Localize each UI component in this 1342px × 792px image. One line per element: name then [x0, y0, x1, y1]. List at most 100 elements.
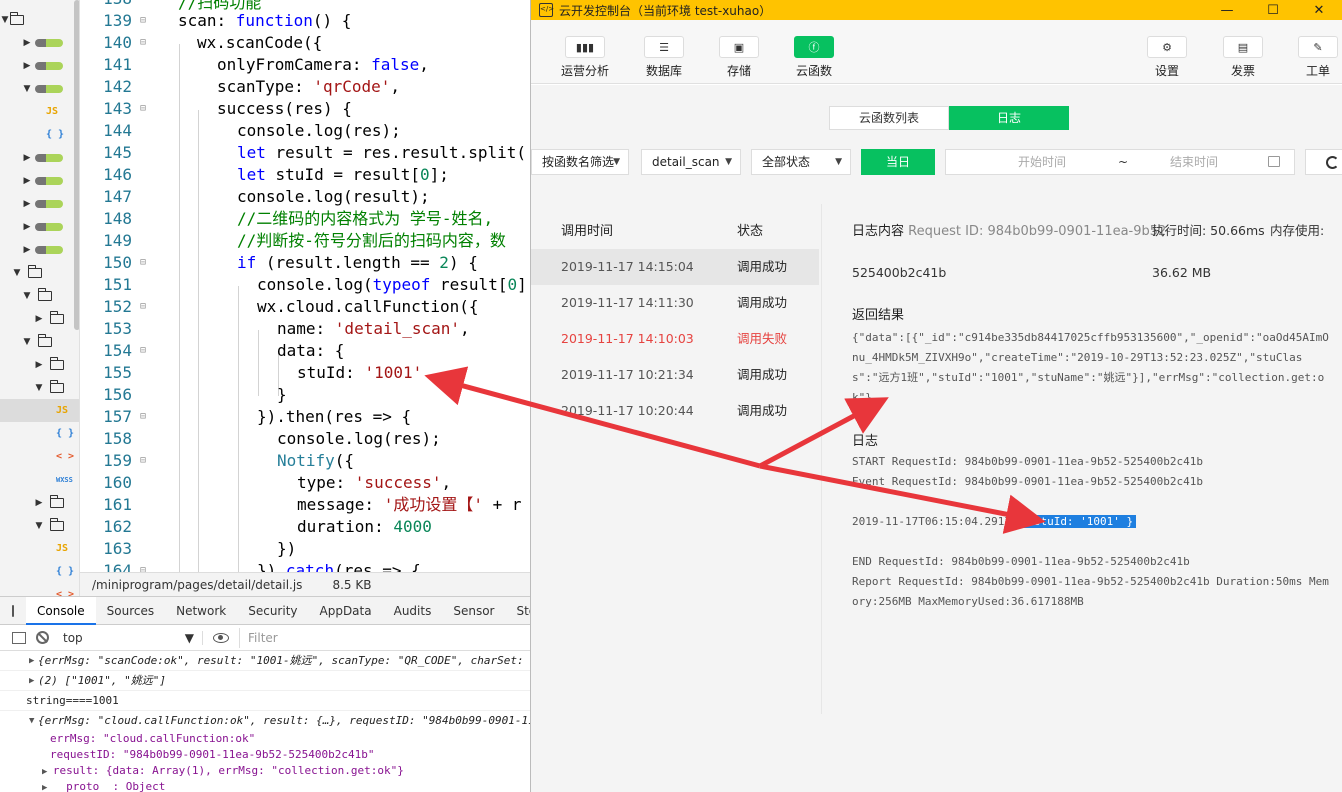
- tree-file[interactable]: { }: [0, 560, 79, 583]
- tree-item-cloud-fn[interactable]: ▶: [0, 54, 79, 77]
- fold-icon[interactable]: ⊟: [140, 450, 150, 472]
- filter-by-name-select[interactable]: 按函数名筛选 ▼: [531, 149, 629, 175]
- tree-file[interactable]: { }: [0, 422, 79, 445]
- tool-storage[interactable]: ▣ 存储: [709, 36, 769, 79]
- date-range-picker[interactable]: 开始时间 ~ 结束时间: [945, 149, 1295, 175]
- fold-icon[interactable]: ⊟: [140, 560, 150, 572]
- refresh-button[interactable]: [1305, 149, 1342, 175]
- expand-arrow-icon[interactable]: ▶: [42, 767, 53, 777]
- chevron-right-icon[interactable]: ▶: [22, 176, 32, 186]
- tree-folder[interactable]: ▼: [0, 376, 79, 399]
- tab-sources[interactable]: Sources: [96, 597, 165, 625]
- chevron-down-icon[interactable]: ▼: [0, 15, 10, 25]
- chevron-right-icon[interactable]: ▶: [22, 38, 32, 48]
- chevron-right-icon[interactable]: ▶: [22, 61, 32, 71]
- chevron-right-icon[interactable]: ▶: [22, 222, 32, 232]
- tool-cloud-function[interactable]: ⓕ 云函数: [784, 36, 844, 79]
- tab-sensor[interactable]: Sensor: [442, 597, 505, 625]
- tree-root-folder[interactable]: ▼: [0, 8, 79, 31]
- status-select[interactable]: 全部状态 ▼: [751, 149, 851, 175]
- tab-console[interactable]: Console: [26, 597, 96, 625]
- calendar-icon[interactable]: [1268, 156, 1280, 167]
- fold-icon[interactable]: ⊟: [140, 32, 150, 54]
- device-toggle-icon[interactable]: [12, 604, 14, 617]
- fold-icon[interactable]: ⊟: [140, 406, 150, 428]
- chevron-down-icon[interactable]: ▼: [34, 383, 44, 393]
- tree-file[interactable]: < >: [0, 445, 79, 468]
- chevron-down-icon[interactable]: ▼: [22, 337, 32, 347]
- fold-icon[interactable]: ⊟: [140, 340, 150, 362]
- chevron-right-icon[interactable]: ▶: [22, 153, 32, 163]
- chevron-down-icon[interactable]: ▼: [34, 521, 44, 531]
- tree-folder[interactable]: ▼: [0, 514, 79, 537]
- tab-storage[interactable]: Stor: [505, 597, 530, 625]
- start-time-input[interactable]: 开始时间: [1018, 150, 1066, 174]
- fold-icon[interactable]: ⊟: [140, 252, 150, 274]
- console-line[interactable]: ▶ {errMsg: "scanCode:ok", result: "1001-姚…: [0, 651, 530, 671]
- chevron-right-icon[interactable]: ▶: [22, 199, 32, 209]
- log-row[interactable]: 2019-11-17 10:21:34 调用成功: [531, 357, 819, 393]
- tree-file-selected[interactable]: JS: [0, 399, 79, 422]
- tree-item-cloud-fn[interactable]: ▶: [0, 238, 79, 261]
- tree-item-cloud-fn[interactable]: ▶: [0, 31, 79, 54]
- end-time-input[interactable]: 结束时间: [1170, 150, 1218, 174]
- minimize-button[interactable]: —: [1204, 3, 1250, 18]
- tree-folder[interactable]: ▶: [0, 491, 79, 514]
- tool-settings[interactable]: ⚙ 设置: [1137, 36, 1197, 79]
- tree-item-cloud-fn[interactable]: ▶: [0, 169, 79, 192]
- expand-arrow-icon[interactable]: ▶: [29, 651, 34, 670]
- console-line[interactable]: ▶ (2) ["1001", "姚远"]: [0, 671, 530, 691]
- tool-ticket[interactable]: ✎ 工单: [1288, 36, 1342, 79]
- chevron-down-icon[interactable]: ▼: [22, 84, 32, 94]
- chevron-right-icon[interactable]: ▶: [34, 360, 44, 370]
- tool-database[interactable]: ☰ 数据库: [634, 36, 694, 79]
- code-editor[interactable]: 138139 ⊟ 140 ⊟ 141 142 143 ⊟ 144 145 146 147 148 149 1…: [80, 0, 530, 572]
- tab-logs[interactable]: 日志: [949, 106, 1069, 130]
- chevron-right-icon[interactable]: ▶: [34, 314, 44, 324]
- tree-file[interactable]: < >: [0, 583, 79, 596]
- tree-folder[interactable]: ▶: [0, 307, 79, 330]
- eye-icon[interactable]: [213, 632, 229, 643]
- tab-appdata[interactable]: AppData: [309, 597, 383, 625]
- tool-analytics[interactable]: ▮▮▮ 运营分析: [555, 36, 615, 79]
- log-row[interactable]: 2019-11-17 14:11:30 调用成功: [531, 285, 819, 321]
- fold-icon[interactable]: ⊟: [140, 10, 150, 32]
- console-line[interactable]: ▼ {errMsg: "cloud.callFunction:ok", resul…: [0, 711, 530, 731]
- tool-invoice[interactable]: ▤ 发票: [1213, 36, 1273, 79]
- expand-arrow-icon[interactable]: ▶: [42, 783, 53, 792]
- console-prop[interactable]: ▶ result: {data: Array(1), errMsg: "coll…: [0, 763, 530, 779]
- chevron-right-icon[interactable]: ▶: [22, 245, 32, 255]
- tree-file[interactable]: WXSS: [0, 468, 79, 491]
- context-select[interactable]: top ▼: [63, 630, 203, 645]
- console-prop[interactable]: ▶ __proto__: Object: [0, 779, 530, 792]
- tab-network[interactable]: Network: [165, 597, 237, 625]
- tab-audits[interactable]: Audits: [383, 597, 443, 625]
- tree-item-cloud-fn[interactable]: ▶: [0, 146, 79, 169]
- chevron-down-icon[interactable]: ▼: [12, 268, 22, 278]
- tree-folder[interactable]: ▼: [0, 284, 79, 307]
- tree-folder[interactable]: ▼: [0, 261, 79, 284]
- filter-input[interactable]: Filter: [239, 627, 530, 648]
- fold-icon[interactable]: ⊟: [140, 98, 150, 120]
- log-row[interactable]: 2019-11-17 10:20:44 调用成功: [531, 393, 819, 429]
- expand-arrow-icon[interactable]: ▶: [29, 671, 34, 690]
- maximize-button[interactable]: ☐: [1250, 3, 1296, 18]
- log-row[interactable]: 2019-11-17 14:10:03 调用失败: [531, 321, 819, 357]
- fold-icon[interactable]: ⊟: [140, 296, 150, 318]
- tree-file[interactable]: { }: [0, 123, 79, 146]
- chevron-down-icon[interactable]: ▼: [22, 291, 32, 301]
- tree-item-cloud-fn[interactable]: ▶: [0, 215, 79, 238]
- sidebar-toggle-icon[interactable]: [12, 631, 26, 644]
- tree-file[interactable]: JS: [0, 537, 79, 560]
- log-row[interactable]: 2019-11-17 14:15:04 调用成功: [531, 249, 819, 285]
- tree-file[interactable]: JS: [0, 100, 79, 123]
- tab-function-list[interactable]: 云函数列表: [829, 106, 949, 130]
- tree-item-cloud-fn[interactable]: ▼: [0, 77, 79, 100]
- tree-folder[interactable]: ▼: [0, 330, 79, 353]
- tab-security[interactable]: Security: [237, 597, 308, 625]
- today-button[interactable]: 当日: [861, 149, 935, 175]
- function-select[interactable]: detail_scan ▼: [641, 149, 741, 175]
- chevron-right-icon[interactable]: ▶: [34, 498, 44, 508]
- expand-arrow-icon[interactable]: ▼: [29, 711, 34, 731]
- tree-item-cloud-fn[interactable]: ▶: [0, 192, 79, 215]
